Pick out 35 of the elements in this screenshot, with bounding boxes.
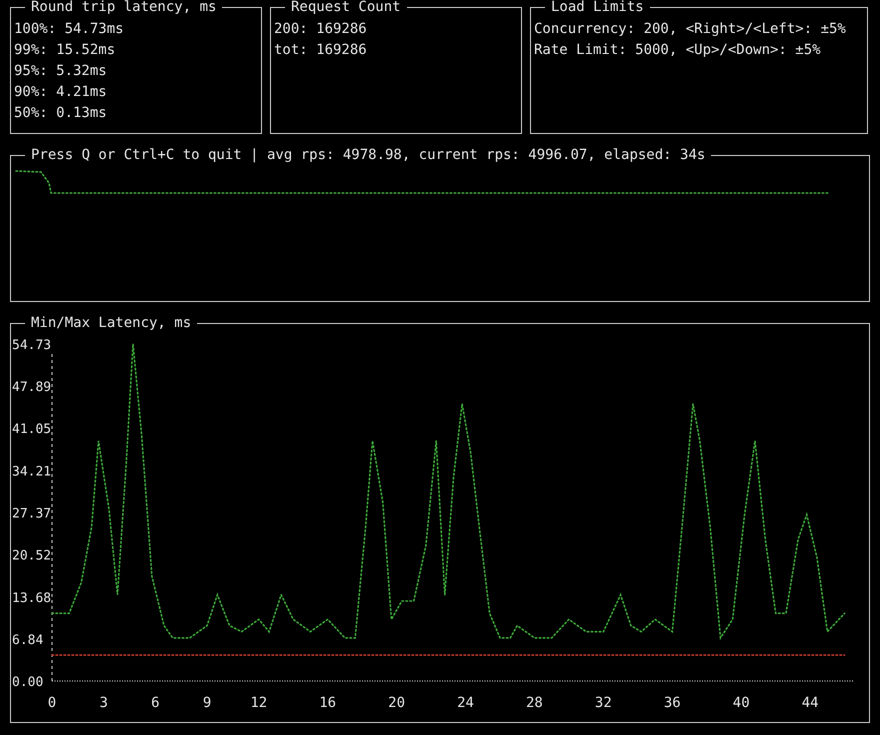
panel-title: Request Count (285, 0, 407, 17)
x-tick-label: 44 (802, 695, 819, 711)
y-tick-label: 13.68 (12, 590, 52, 606)
x-tick-label: 40 (732, 695, 750, 711)
x-tick-label: 32 (594, 695, 612, 711)
stat-line: Concurrency: 200, <Right>/<Left>: ±5% (534, 20, 846, 39)
stat-line: Rate Limit: 5000, <Up>/<Down>: ±5% (534, 41, 821, 60)
y-tick-label: 47.89 (12, 380, 52, 396)
x-tick-label: 3 (99, 695, 108, 711)
x-tick-label: 28 (526, 695, 543, 711)
x-tick-label: 12 (250, 695, 268, 711)
stat-line: 50%: 0.13ms (14, 104, 107, 123)
y-tick-label: 34.21 (12, 464, 52, 480)
stat-line: 100%: 54.73ms (14, 20, 124, 39)
x-tick-label: 0 (48, 695, 56, 711)
x-tick-label: 36 (664, 695, 681, 711)
y-tick-label: 20.52 (12, 548, 52, 564)
stat-line: 90%: 4.21ms (14, 83, 107, 102)
y-tick-label: 41.05 (12, 422, 52, 438)
stat-line: 95%: 5.32ms (14, 62, 107, 81)
x-tick-label: 9 (202, 695, 212, 711)
y-tick-label: 54.73 (12, 338, 52, 353)
stat-line: tot: 169286 (274, 41, 367, 60)
y-tick-label: 0.00 (12, 675, 44, 690)
y-tick-label: 6.84 (12, 632, 44, 648)
stat-line: 99%: 15.52ms (14, 41, 116, 60)
x-tick-label: 6 (151, 695, 160, 711)
panel-title: Press Q or Ctrl+C to quit | avg rps: 4978.98, current rps: 4996.07, elapsed: 34s (25, 145, 712, 165)
panel-title: Round trip latency, ms (25, 0, 222, 17)
x-tick-label: 16 (319, 695, 336, 711)
panel-title: Min/Max Latency, ms (25, 313, 198, 333)
x-tick-label: 24 (457, 695, 474, 711)
y-tick-label: 27.37 (12, 506, 52, 522)
stat-line: 200: 169286 (274, 20, 367, 39)
x-tick-label: 20 (388, 695, 406, 711)
